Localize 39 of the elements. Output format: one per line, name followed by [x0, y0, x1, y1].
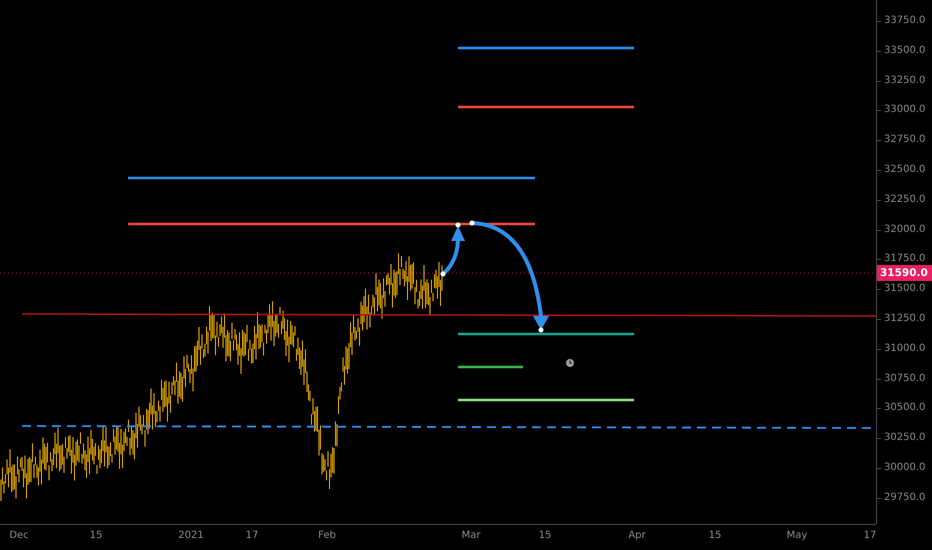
price-label: 33500.0	[884, 44, 926, 58]
price-label: 33000.0	[884, 103, 926, 118]
level-line[interactable]	[458, 332, 634, 336]
price-label: 32750.0	[884, 133, 926, 148]
price-label: 30000.0	[884, 460, 926, 475]
price-label: 30750.0	[884, 372, 926, 386]
date-label: 17	[246, 530, 258, 541]
clock-icon[interactable]	[566, 359, 574, 367]
level-line[interactable]	[128, 222, 535, 226]
level-line[interactable]	[458, 46, 634, 50]
price-label: 31000.0	[884, 342, 926, 356]
date-label: 17	[864, 530, 876, 541]
price-label: 31750.0	[884, 252, 926, 266]
date-label: Dec	[9, 530, 29, 541]
price-label: 33750.0	[884, 14, 926, 28]
level-line[interactable]	[22, 313, 876, 317]
price-label: 32250.0	[884, 192, 926, 207]
level-line[interactable]	[458, 106, 634, 108]
price-label: 31500.0	[884, 282, 926, 296]
level-line[interactable]	[128, 176, 535, 180]
date-label: Mar	[462, 530, 480, 541]
date-label: May	[786, 530, 808, 541]
price-label: 31250.0	[884, 312, 926, 326]
date-label: 15	[90, 530, 102, 541]
level-line[interactable]	[458, 366, 523, 368]
date-label: Feb	[318, 530, 336, 541]
date-label: 15	[538, 530, 552, 541]
price-label: 30500.0	[884, 401, 926, 416]
curved-arrow[interactable]	[440, 222, 465, 276]
price-label: 30250.0	[884, 431, 926, 446]
price-label: 29750.0	[884, 490, 926, 505]
price-label: 32500.0	[884, 162, 926, 177]
price-label: 32000.0	[884, 222, 926, 237]
date-label: 15	[708, 530, 722, 541]
date-label: 2021	[178, 530, 204, 541]
date-label: Apr	[628, 530, 646, 541]
last-price-tag: 31590.0	[877, 265, 932, 281]
curved-arrow[interactable]	[470, 220, 549, 332]
price-label: 33250.0	[884, 74, 926, 88]
